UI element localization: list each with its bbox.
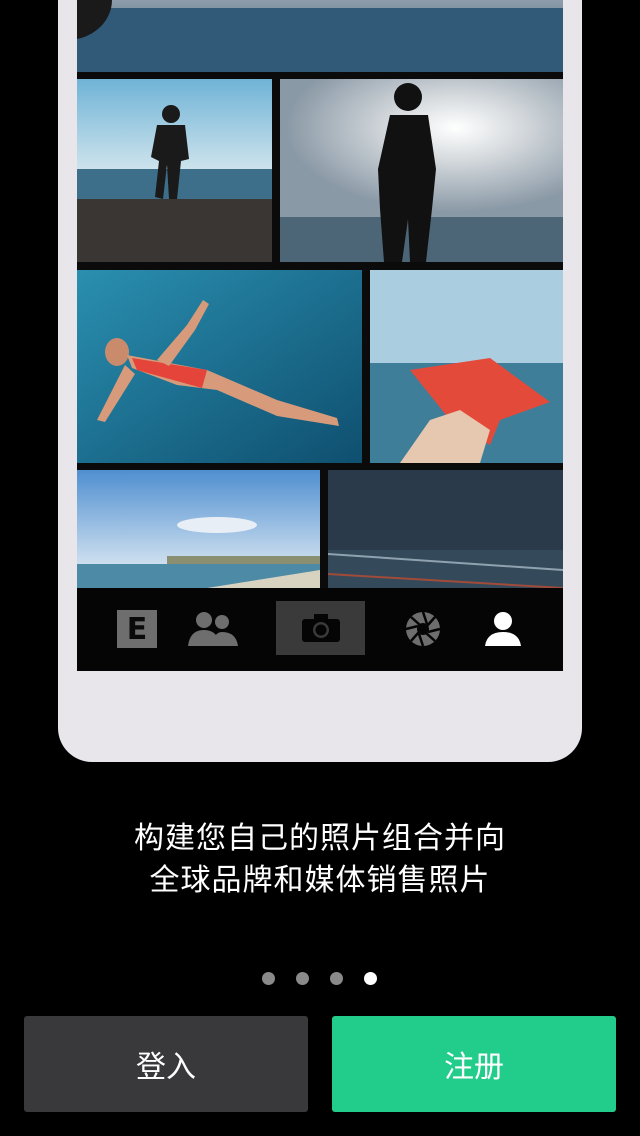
login-button[interactable]: 登入	[24, 1016, 308, 1112]
register-button[interactable]: 注册	[332, 1016, 616, 1112]
camera-icon	[301, 614, 340, 642]
onboarding-caption: 构建您自己的照片组合并向 全球品牌和媒体销售照片	[0, 818, 640, 902]
tab-community[interactable]	[177, 602, 247, 656]
page-dot-1[interactable]	[262, 972, 275, 985]
caption-line-2: 全球品牌和媒体销售照片	[149, 863, 491, 898]
register-label: 注册	[444, 1050, 504, 1085]
app-tab-bar: E	[77, 588, 563, 671]
photo-tile-sunset-silhouette	[280, 79, 563, 262]
photo-tile-sea-top	[77, 0, 563, 72]
login-label: 登入	[136, 1050, 196, 1085]
caption-line-1: 构建您自己的照片组合并向	[134, 821, 506, 856]
photo-tile-coastal-town	[77, 470, 320, 588]
tab-camera[interactable]	[276, 601, 365, 655]
e-logo-icon: E	[117, 610, 157, 648]
tab-editorial[interactable]: E	[107, 602, 167, 656]
tab-missions[interactable]	[393, 602, 453, 656]
photo-tile-pool-swimmer	[77, 270, 362, 463]
photo-tile-red-paper	[370, 270, 563, 463]
page-indicator	[0, 972, 640, 986]
phone-screen: E	[77, 0, 563, 671]
photo-tile-blue-wall	[328, 470, 563, 588]
person-icon	[485, 612, 521, 646]
people-icon	[188, 612, 238, 646]
aperture-icon	[405, 611, 441, 647]
page-dot-4[interactable]	[364, 972, 377, 985]
page-dot-3[interactable]	[330, 972, 343, 985]
photo-tile-beach-runner	[77, 79, 272, 262]
tab-profile[interactable]	[473, 602, 533, 656]
page-dot-2[interactable]	[296, 972, 309, 985]
